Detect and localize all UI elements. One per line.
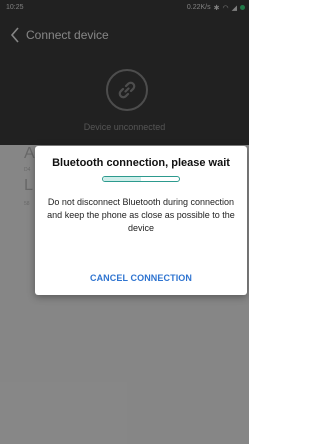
connection-progress-bar [102,176,180,182]
screen: 10:25 0.22K/s ✱ ◠ ◢ Connect device Devic… [0,0,249,444]
dialog-title: Bluetooth connection, please wait [52,157,230,169]
bluetooth-connect-dialog: Bluetooth connection, please wait Do not… [35,146,247,295]
progress-fill [103,177,141,181]
dialog-message: Do not disconnect Bluetooth during conne… [47,197,235,233]
cancel-connection-button[interactable]: CANCEL CONNECTION [35,273,247,283]
